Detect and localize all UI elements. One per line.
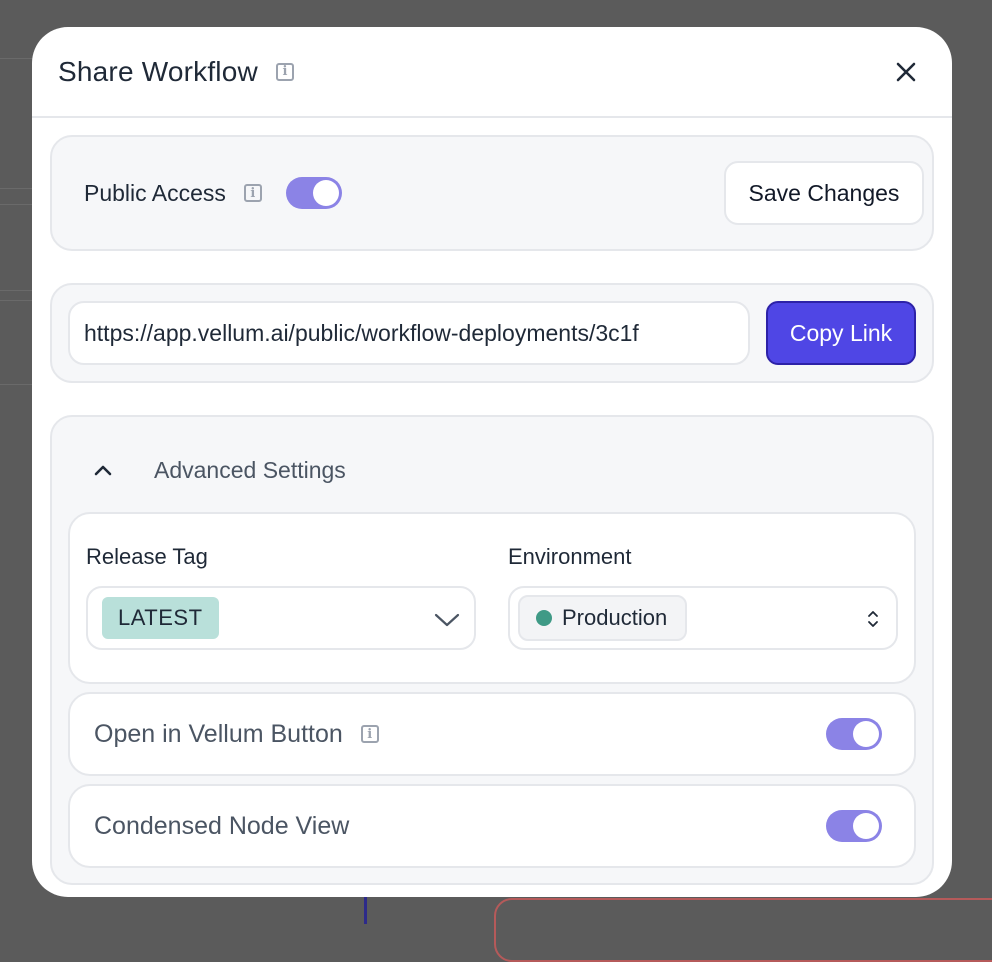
release-tag-value: LATEST <box>102 597 219 639</box>
save-changes-button[interactable]: Save Changes <box>724 161 924 225</box>
environment-select[interactable]: Production <box>508 586 898 650</box>
modal-header: Share Workflow i <box>32 27 952 118</box>
condensed-node-view-row: Condensed Node View <box>68 784 916 868</box>
chevron-down-icon <box>434 613 460 627</box>
advanced-settings-toggle[interactable]: Advanced Settings <box>52 435 932 505</box>
background-connector <box>364 896 367 924</box>
toggle-knob <box>853 721 879 747</box>
open-in-vellum-toggle[interactable] <box>826 718 882 750</box>
public-access-card: Public Access i Save Changes <box>50 135 934 251</box>
open-in-vellum-label-wrap: Open in Vellum Button i <box>94 694 379 774</box>
share-url-input[interactable] <box>68 301 750 365</box>
share-workflow-modal: Share Workflow i Public Access i Save Ch… <box>32 27 952 897</box>
public-access-row: Public Access i <box>84 137 342 249</box>
toggle-knob <box>853 813 879 839</box>
chevron-up-down-icon <box>868 611 878 627</box>
environment-status-dot <box>536 610 552 626</box>
release-environment-panel: Release Tag LATEST Environment Productio… <box>68 512 916 684</box>
advanced-settings-card: Advanced Settings Release Tag LATEST Env… <box>50 415 934 885</box>
share-link-card: Copy Link <box>50 283 934 383</box>
environment-pill: Production <box>518 595 688 641</box>
public-access-label: Public Access <box>84 179 226 206</box>
copy-link-button[interactable]: Copy Link <box>766 301 916 365</box>
toggle-knob <box>312 180 339 206</box>
info-icon[interactable]: i <box>243 184 262 202</box>
environment-label: Environment <box>508 544 632 569</box>
release-tag-label: Release Tag <box>86 544 208 569</box>
info-icon[interactable]: i <box>275 62 294 81</box>
condensed-node-view-toggle[interactable] <box>826 810 882 842</box>
close-icon <box>896 62 916 81</box>
background-node <box>494 898 992 962</box>
public-access-toggle[interactable] <box>285 177 342 209</box>
condensed-node-view-label-wrap: Condensed Node View <box>94 786 349 866</box>
close-button[interactable] <box>886 52 926 92</box>
open-in-vellum-row: Open in Vellum Button i <box>68 692 916 776</box>
environment-value: Production <box>562 605 668 630</box>
condensed-node-view-label: Condensed Node View <box>94 811 350 840</box>
modal-title: Share Workflow <box>58 55 258 87</box>
info-icon[interactable]: i <box>360 725 379 743</box>
open-in-vellum-label: Open in Vellum Button <box>94 719 343 748</box>
advanced-settings-title: Advanced Settings <box>154 456 346 483</box>
chevron-up-icon <box>94 465 112 476</box>
release-tag-select[interactable]: LATEST <box>86 586 476 650</box>
